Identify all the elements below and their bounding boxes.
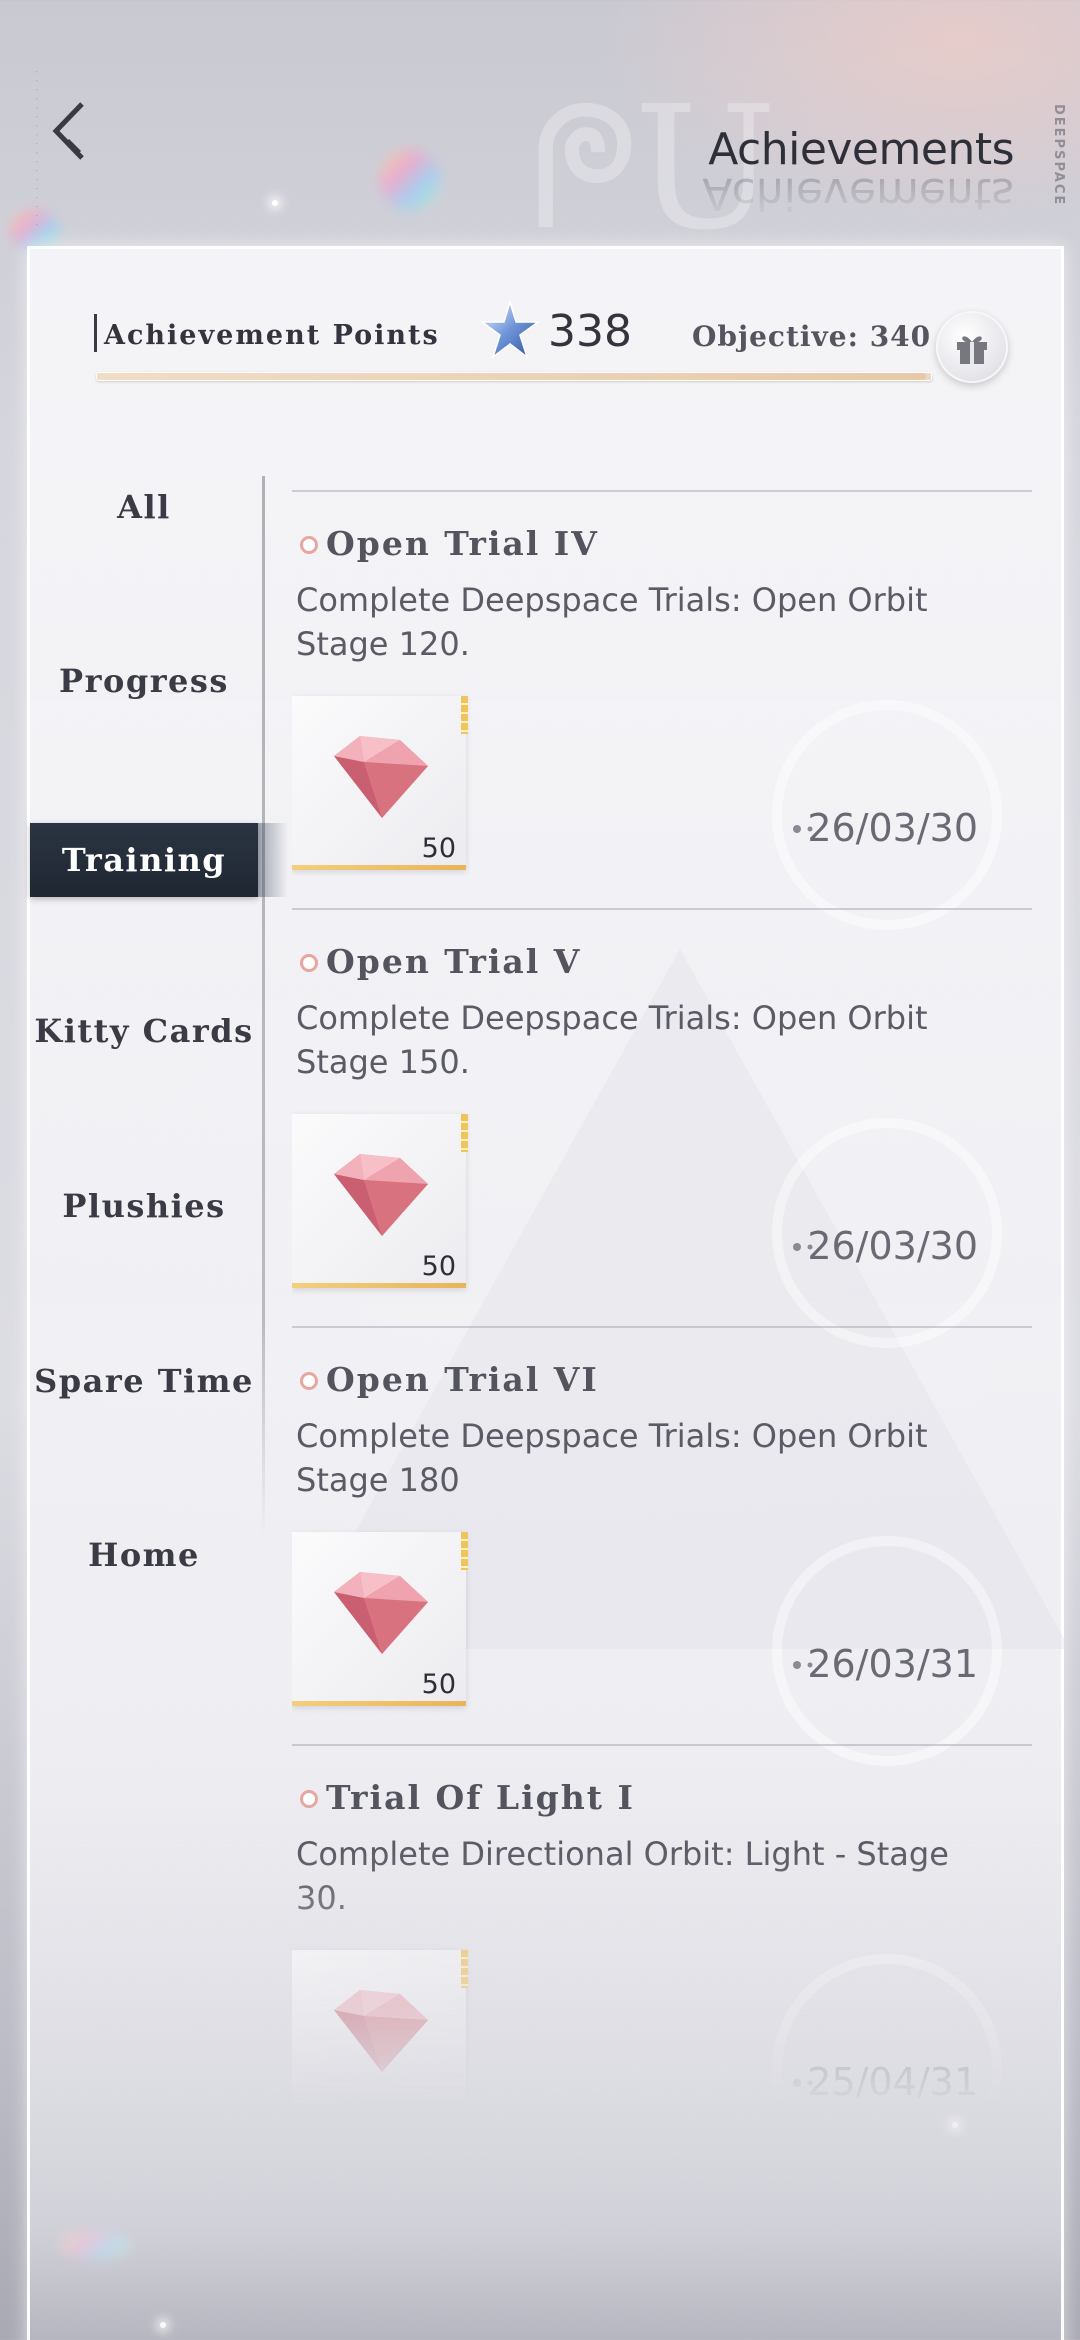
star-icon	[480, 300, 540, 360]
reward-item[interactable]	[292, 1950, 468, 2110]
achievement-title: Open Trial V	[326, 942, 582, 981]
chevron-left-icon	[52, 102, 84, 160]
nav-item-spare-time[interactable]: Spare Time	[30, 1344, 258, 1418]
rarity-bar	[292, 1283, 466, 1288]
completion-date: 26/03/31	[807, 1642, 978, 1686]
achievement-card: Open Trial VI Complete Deepspace Trials:…	[292, 1326, 1034, 1766]
card-divider	[292, 490, 1032, 492]
achievement-title: Trial Of Light I	[326, 1778, 635, 1817]
rarity-marker	[461, 696, 468, 734]
points-progress-bar	[96, 372, 932, 381]
reward-gift-button[interactable]	[936, 311, 1008, 383]
gift-icon	[957, 336, 987, 364]
achievement-card: Trial Of Light I Complete Directional Or…	[292, 1744, 1034, 2110]
iridescent-flare	[380, 150, 440, 210]
completion-date: 26/03/30	[807, 806, 978, 850]
achievement-list[interactable]: Open Trial IV Complete Deepspace Trials:…	[292, 490, 1034, 2110]
card-divider	[292, 908, 1032, 910]
nav-item-all[interactable]: All	[30, 470, 258, 544]
reward-quantity: 50	[421, 833, 456, 864]
rarity-bar	[292, 1701, 466, 1706]
rarity-marker	[461, 1114, 468, 1152]
completion-date: 26/03/30	[807, 1224, 978, 1268]
card-divider	[292, 1326, 1032, 1328]
brand-logo: DEEPSPACE	[1051, 104, 1066, 207]
bullet-icon	[300, 536, 318, 554]
achievement-description: Complete Deepspace Trials: Open Orbit St…	[296, 999, 928, 1081]
page-title-reflection: Achievements	[702, 168, 1014, 219]
reward-item[interactable]: 50	[292, 696, 468, 870]
achievement-points-bar: Achievement Points 338 Objective: 340	[94, 300, 1014, 382]
card-divider	[292, 1744, 1032, 1746]
nav-item-plushies[interactable]: Plushies	[30, 1169, 258, 1243]
nav-item-training[interactable]: Training	[30, 823, 288, 897]
vertical-decor-text: · · · · · · · · · · · · · · · · · ·	[30, 70, 43, 228]
achievement-card: Open Trial V Complete Deepspace Trials: …	[292, 908, 1034, 1348]
achievement-points-label: Achievement Points	[104, 320, 440, 351]
pink-diamond-icon	[334, 1572, 428, 1654]
reward-quantity: 50	[421, 1669, 456, 1700]
points-progress-fill	[97, 373, 926, 380]
achievement-card: Open Trial IV Complete Deepspace Trials:…	[292, 490, 1034, 930]
nav-item-progress[interactable]: Progress	[30, 644, 258, 718]
nav-item-kitty-cards[interactable]: Kitty Cards	[30, 994, 258, 1068]
reward-quantity: 50	[421, 1251, 456, 1282]
back-button[interactable]	[46, 96, 96, 166]
achievement-description: Complete Deepspace Trials: Open Orbit St…	[296, 581, 928, 663]
objective-label: Objective: 340	[692, 320, 932, 353]
bullet-icon	[300, 954, 318, 972]
bullet-icon	[300, 1372, 318, 1390]
rarity-marker	[461, 1532, 468, 1570]
achievement-description: Complete Directional Orbit: Light - Stag…	[296, 1835, 949, 1917]
bullet-icon	[300, 1790, 318, 1808]
achievement-points-value: 338	[548, 306, 632, 357]
pink-diamond-icon	[334, 736, 428, 818]
pink-diamond-icon	[334, 1154, 428, 1236]
nav-divider	[262, 476, 265, 1536]
points-tick-mark	[94, 314, 97, 352]
completion-date: 25/04/31	[807, 2060, 978, 2104]
achievement-title: Open Trial IV	[326, 524, 599, 563]
rarity-marker	[461, 1950, 468, 1988]
pink-diamond-icon	[334, 1990, 428, 2072]
nav-item-home[interactable]: Home	[30, 1518, 258, 1592]
reward-item[interactable]: 50	[292, 1532, 468, 1706]
achievement-description: Complete Deepspace Trials: Open Orbit St…	[296, 1417, 928, 1499]
rarity-bar	[292, 865, 466, 870]
achievement-title: Open Trial VI	[326, 1360, 599, 1399]
sparkle-decoration	[272, 200, 278, 206]
reward-item[interactable]: 50	[292, 1114, 468, 1288]
